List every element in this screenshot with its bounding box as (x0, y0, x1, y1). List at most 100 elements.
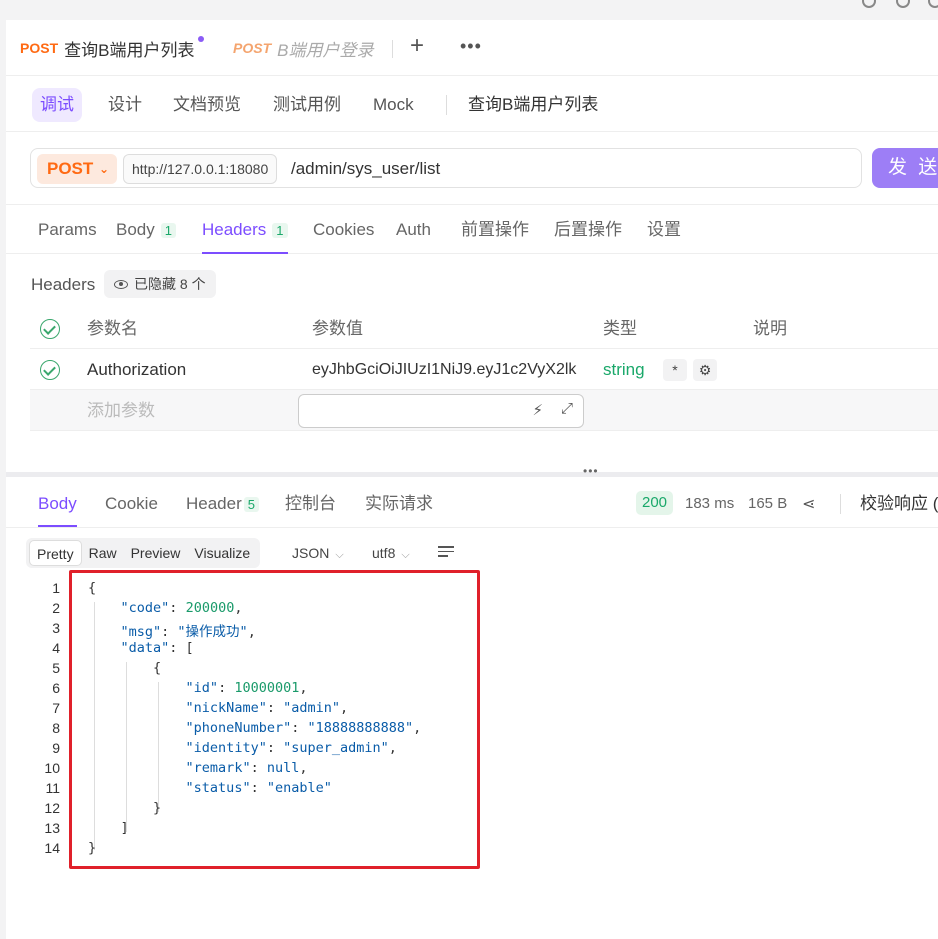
settings-icon[interactable] (896, 0, 910, 8)
tab-response-cookie[interactable]: Cookie (105, 480, 158, 527)
highlight-annotation-box (69, 570, 480, 869)
tab-label: B端用户登录 (277, 40, 374, 60)
line-number: 9 (52, 740, 60, 756)
tab-user-login[interactable]: POST B端用户登录 (233, 20, 373, 76)
view-visualize[interactable]: Visualize (187, 540, 257, 566)
subnav-separator (446, 95, 447, 115)
tab-query-user-list[interactable]: POST 查询B端用户列表 (20, 20, 205, 76)
column-header-name: 参数名 (87, 319, 138, 338)
tab-headers[interactable]: Headers 1 (202, 205, 288, 254)
url-bar: POST ⌄ http://127.0.0.1:18080 /admin/sys… (30, 148, 862, 188)
count-badge: 1 (272, 223, 288, 238)
count-badge: 5 (243, 497, 259, 512)
param-type[interactable]: string (603, 349, 645, 390)
subnav-debug[interactable]: 调试 (32, 88, 82, 122)
tab-method: POST (233, 40, 272, 56)
tab-actual-request[interactable]: 实际请求 (365, 480, 433, 527)
view-mode-group: Pretty Raw Preview Visualize (26, 538, 261, 568)
tab-console[interactable]: 控制台 (285, 480, 336, 527)
magic-wand-icon[interactable]: ⚡ (532, 401, 543, 419)
view-preview[interactable]: Preview (124, 540, 188, 566)
tab-settings[interactable]: 设置 (647, 205, 681, 254)
headers-section-label: Headers (31, 275, 96, 294)
add-param-row: 添加参数 ⚡ ⤢ (30, 390, 938, 431)
select-all-checkbox[interactable] (40, 319, 60, 339)
panel-resize-divider[interactable] (6, 472, 938, 477)
response-tabs: Body Cookie Header 5 控制台 实际请求 200 183 ms … (6, 480, 938, 528)
encoding-select[interactable]: utf8 ⌵ (372, 538, 410, 570)
share-icon[interactable]: ⋖ (802, 494, 815, 514)
drag-handle-icon[interactable]: ••• (583, 464, 599, 478)
url-path-input[interactable]: /admin/sys_user/list (291, 149, 440, 189)
param-value[interactable]: eyJhbGciOiJIUzI1NiJ9.eyJ1c2VyX2lk (312, 349, 582, 390)
tab-response-header[interactable]: Header 5 (186, 480, 259, 527)
table-header-row: 参数名 参数值 类型 说明 (30, 308, 938, 349)
tab-auth[interactable]: Auth (396, 205, 431, 254)
line-number: 14 (44, 840, 60, 856)
hidden-count-label: 已隐藏 8 个 (134, 276, 206, 292)
base-url-select[interactable]: http://127.0.0.1:18080 (123, 154, 278, 184)
more-icon[interactable]: ••• (460, 36, 482, 57)
tab-params[interactable]: Params (38, 205, 97, 254)
eye-icon (114, 280, 128, 289)
window-control-icon[interactable] (928, 0, 938, 8)
endpoint-title: 查询B端用户列表 (468, 95, 599, 114)
required-toggle[interactable]: * (663, 359, 687, 381)
count-badge: 1 (160, 223, 176, 238)
add-param-placeholder[interactable]: 添加参数 (87, 390, 155, 431)
line-number: 8 (52, 720, 60, 736)
line-number: 4 (52, 640, 60, 656)
unsaved-dot (198, 36, 205, 42)
view-pretty[interactable]: Pretty (29, 540, 82, 566)
view-raw[interactable]: Raw (82, 540, 124, 566)
chevron-down-icon: ⌄ (98, 162, 109, 176)
sync-icon[interactable] (862, 0, 876, 8)
line-number: 6 (52, 680, 60, 696)
tab-label: 查询B端用户列表 (64, 40, 195, 60)
chevron-down-icon: ⌵ (335, 549, 344, 561)
tab-post-processors[interactable]: 后置操作 (554, 205, 622, 254)
response-time: 183 ms (685, 495, 735, 512)
line-number: 12 (44, 800, 60, 816)
send-button[interactable]: 发 送 (872, 148, 938, 188)
line-number: 3 (52, 620, 60, 636)
line-number: 11 (45, 780, 60, 796)
table-row: Authorization eyJhbGciOiJIUzI1NiJ9.eyJ1c… (30, 349, 938, 390)
tab-method: POST (20, 40, 59, 56)
format-select[interactable]: JSON ⌵ (292, 538, 344, 570)
param-settings-icon[interactable]: ⚙ (693, 359, 717, 381)
line-number: 10 (44, 760, 60, 776)
param-value-input[interactable]: ⚡ ⤢ (298, 394, 584, 428)
tab-separator (392, 40, 393, 58)
expand-icon[interactable]: ⤢ (561, 400, 573, 417)
line-number: 7 (52, 700, 60, 716)
sub-nav: 调试 设计 文档预览 测试用例 Mock 查询B端用户列表 (6, 77, 938, 132)
column-header-type: 类型 (603, 319, 637, 338)
tab-response-body[interactable]: Body (38, 480, 77, 527)
request-tabs: Params Body 1 Headers 1 Cookies Auth 前置操作 … (6, 204, 938, 254)
subnav-mock[interactable]: Mock (365, 88, 422, 122)
tab-pre-processors[interactable]: 前置操作 (461, 205, 529, 254)
line-number: 2 (52, 600, 60, 616)
request-tab-bar: POST 查询B端用户列表 POST B端用户登录 + ••• (6, 20, 938, 76)
validate-response-button[interactable]: 校验响应 ( (860, 480, 938, 528)
row-checkbox[interactable] (40, 360, 60, 380)
tab-body[interactable]: Body 1 (116, 205, 176, 254)
headers-table: 参数名 参数值 类型 说明 Authorization eyJhbGciOiJI… (30, 308, 938, 431)
line-number: 13 (44, 820, 60, 836)
window-top-strip (0, 0, 938, 20)
param-name[interactable]: Authorization (87, 349, 186, 390)
method-select[interactable]: POST ⌄ (37, 154, 117, 184)
response-size: 165 B (748, 495, 788, 512)
subnav-test-cases[interactable]: 测试用例 (265, 88, 349, 122)
subnav-doc-preview[interactable]: 文档预览 (165, 88, 249, 122)
add-tab-icon[interactable]: + (410, 32, 424, 60)
tab-cookies[interactable]: Cookies (313, 205, 374, 254)
column-header-value: 参数值 (312, 319, 363, 338)
subnav-design[interactable]: 设计 (100, 88, 150, 122)
chevron-down-icon: ⌵ (401, 549, 410, 561)
hidden-headers-toggle[interactable]: 已隐藏 8 个 (104, 270, 216, 298)
word-wrap-icon[interactable] (438, 546, 454, 558)
status-badge: 200 (636, 491, 674, 515)
method-value: POST (47, 159, 94, 178)
